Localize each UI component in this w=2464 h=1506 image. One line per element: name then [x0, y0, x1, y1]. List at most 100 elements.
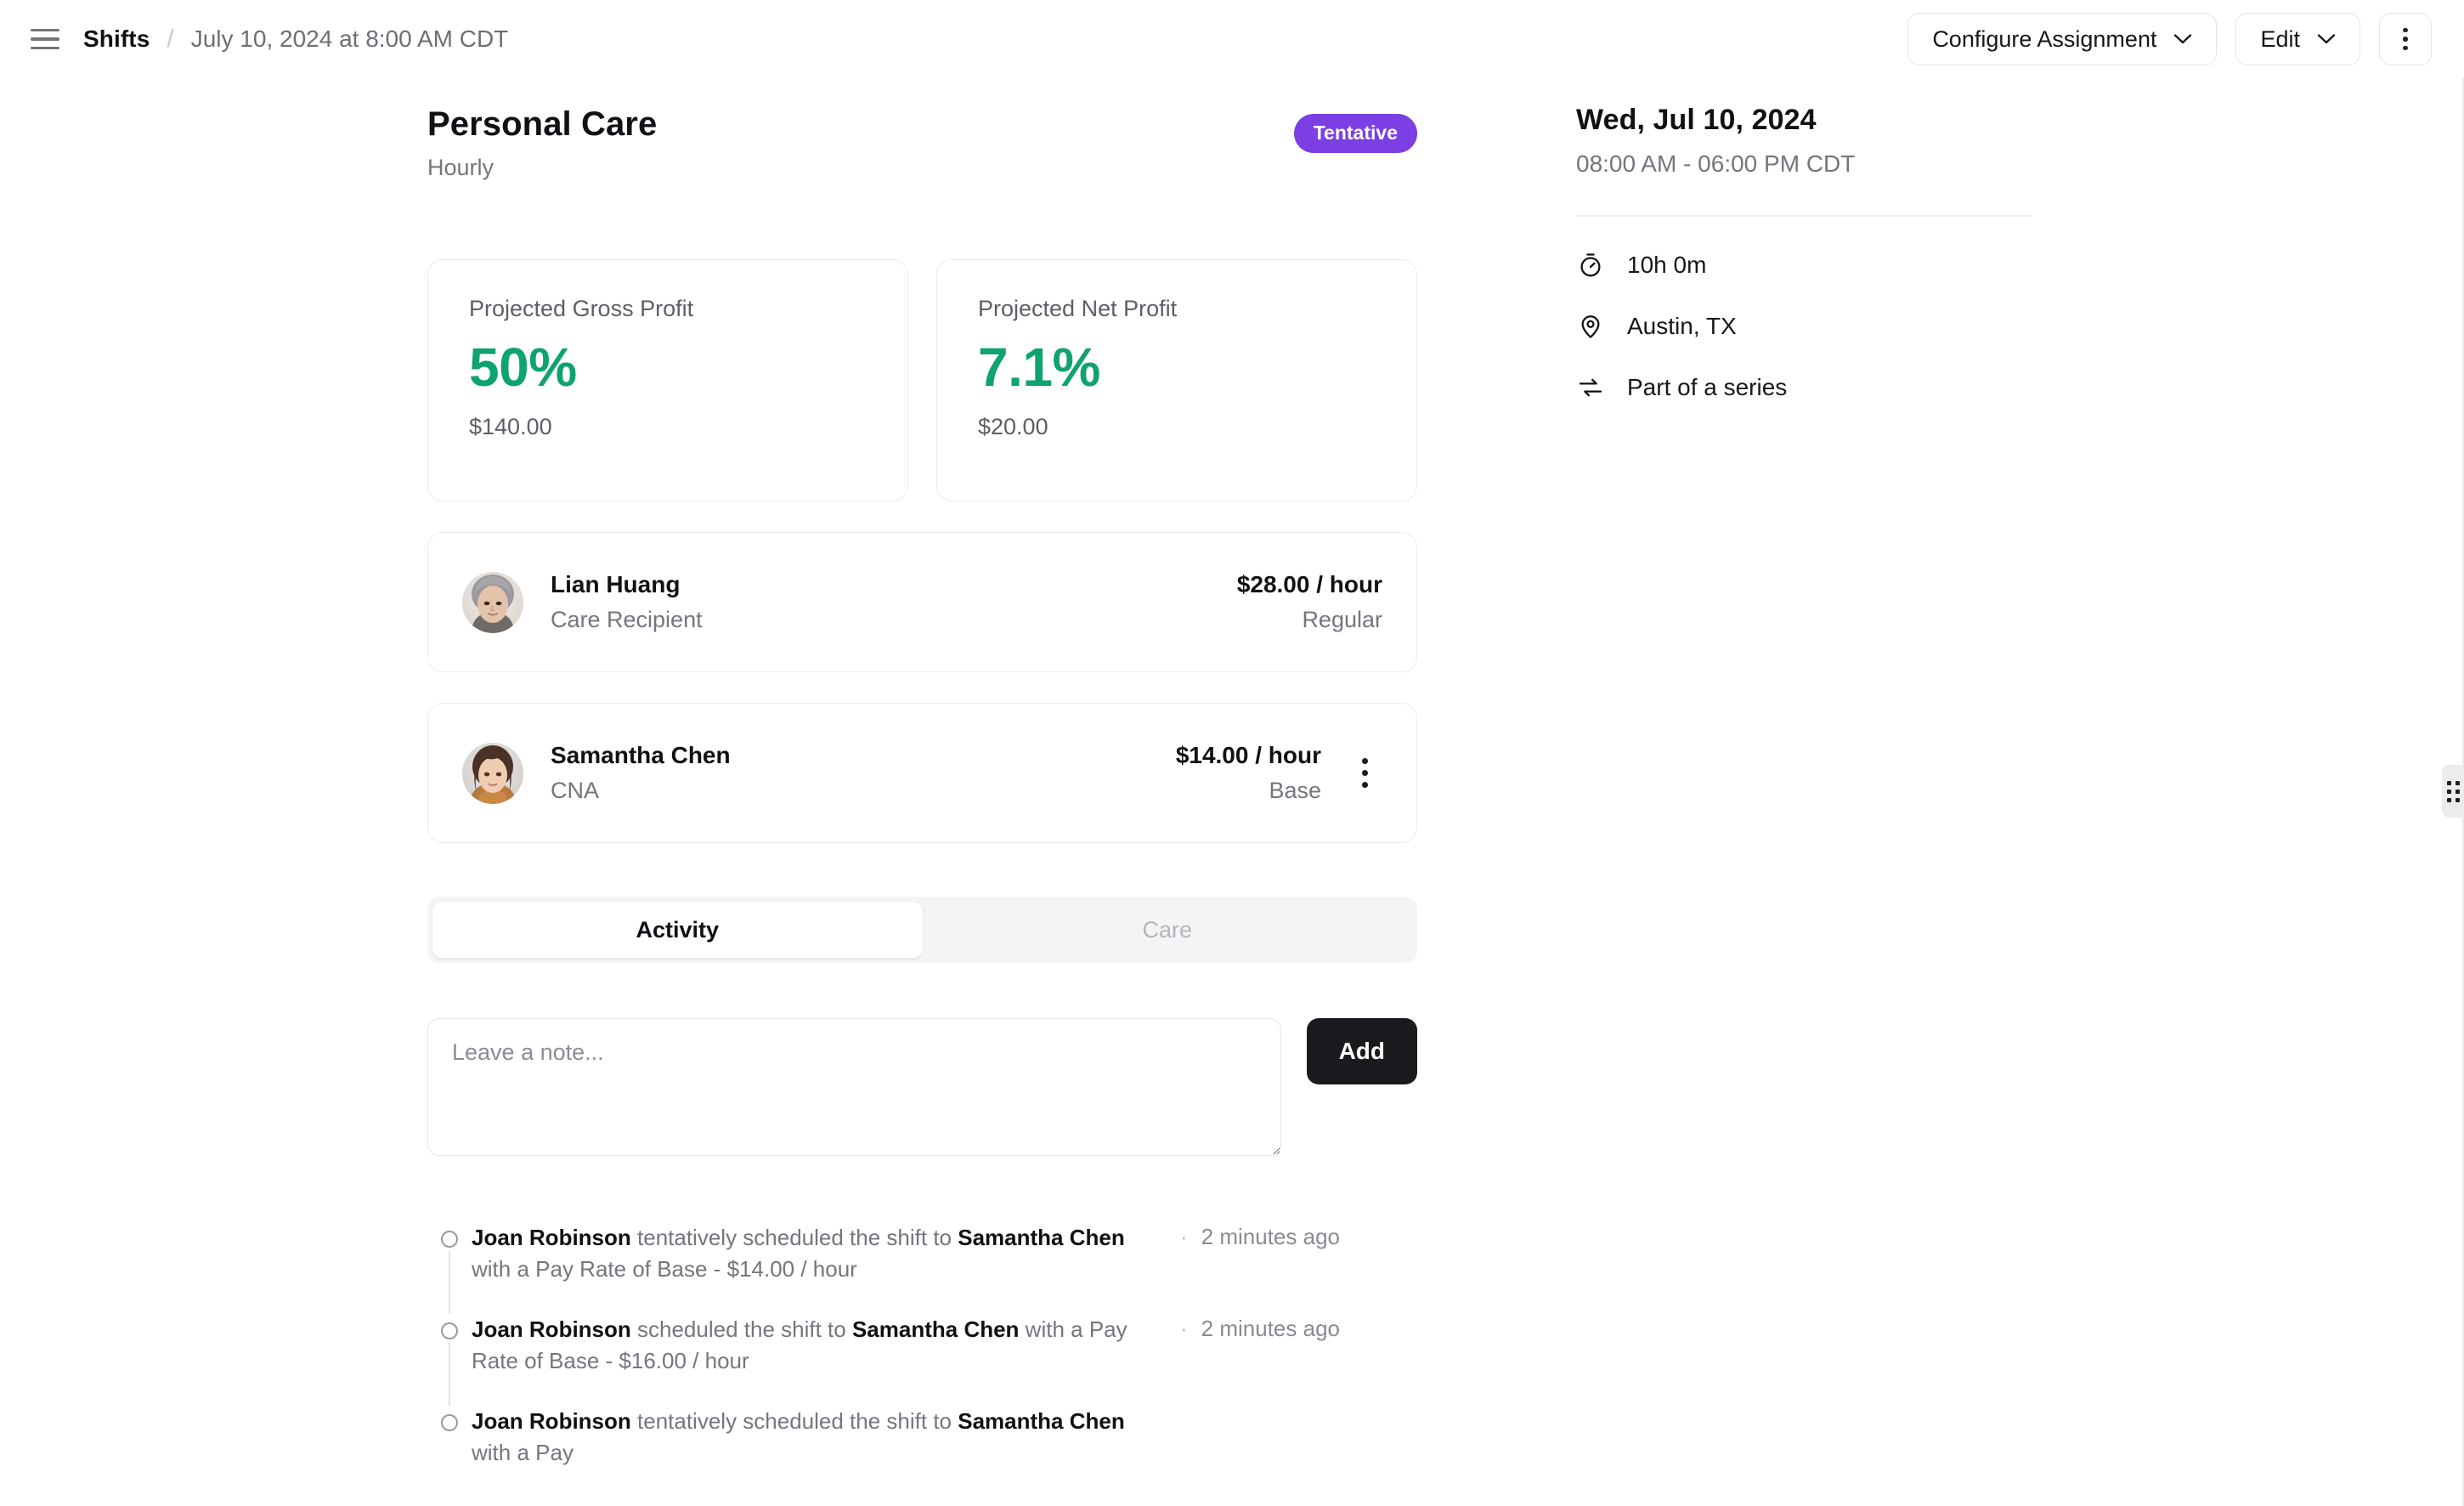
activity-separator: · — [1180, 1315, 1188, 1341]
more-options-button[interactable] — [2379, 13, 2432, 65]
chevron-down-icon — [2173, 33, 2192, 45]
shift-subtitle: Hourly — [427, 155, 494, 180]
activity-time-label: 2 minutes ago — [1201, 1224, 1340, 1249]
tab-care[interactable]: Care — [923, 902, 1413, 958]
tab-bar: Activity Care — [427, 897, 1417, 963]
configure-assignment-button[interactable]: Configure Assignment — [1907, 13, 2218, 65]
status-badge: Tentative — [1293, 114, 1417, 153]
activity-timestamp: · 2 minutes ago — [1180, 1314, 1340, 1342]
detail-time-range: 08:00 AM - 06:00 PM CDT — [1576, 150, 1856, 177]
activity-text-part-1: tentatively scheduled the shift to — [630, 1225, 958, 1250]
pay-rate: $14.00 / hour — [1175, 742, 1321, 768]
metric-value: 7.1% — [978, 337, 1100, 398]
person-row-caregiver[interactable]: Samantha Chen CNA $14.00 / hour Base — [427, 703, 1417, 843]
avatar-lian-huang — [462, 571, 523, 633]
person-row-menu-button[interactable] — [1347, 747, 1382, 800]
top-bar-actions: Configure Assignment Edit — [1907, 13, 2432, 65]
detail-location-label: Austin, TX — [1627, 312, 1737, 339]
person-name: Lian Huang — [551, 571, 681, 597]
divider — [1576, 215, 2031, 217]
breadcrumb-shifts-link[interactable]: Shifts — [83, 25, 150, 53]
edit-button[interactable]: Edit — [2235, 13, 2360, 65]
person-role: CNA — [551, 778, 600, 803]
add-note-button[interactable]: Add — [1306, 1018, 1417, 1084]
timeline-connector — [449, 1342, 450, 1406]
detail-row-series: Part of a series — [1576, 373, 2035, 402]
timeline-marker — [427, 1222, 472, 1314]
activity-actor: Joan Robinson — [472, 1316, 631, 1342]
activity-subject: Samantha Chen — [958, 1407, 1125, 1434]
metric-value: 50% — [469, 337, 577, 398]
activity-time-label: 2 minutes ago — [1201, 1315, 1340, 1341]
activity-actor: Joan Robinson — [472, 1407, 631, 1434]
activity-item: Joan Robinson scheduled the shift to Sam… — [427, 1314, 1417, 1406]
activity-actor: Joan Robinson — [472, 1225, 631, 1250]
activity-subject: Samantha Chen — [958, 1225, 1125, 1250]
activity-timestamp: · 2 minutes ago — [1180, 1222, 1340, 1250]
tab-activity[interactable]: Activity — [432, 902, 923, 958]
stopwatch-icon — [1576, 251, 1605, 280]
person-info: Lian Huang Care Recipient — [551, 571, 1237, 633]
edit-label: Edit — [2260, 25, 2300, 52]
activity-text-part-2: with a Pay Rate of Base - $14.00 / hour — [472, 1255, 857, 1282]
metric-label: Projected Net Profit — [978, 296, 1178, 321]
person-pay: $14.00 / hour Base — [1176, 742, 1321, 804]
person-name: Samantha Chen — [551, 742, 731, 768]
timeline-marker — [427, 1314, 472, 1406]
metric-card-net-profit: Projected Net Profit 7.1% $20.00 — [936, 259, 1417, 501]
page-body: Personal Care Hourly Tentative Projected… — [0, 78, 2464, 1506]
note-input[interactable] — [427, 1018, 1281, 1156]
hamburger-icon[interactable] — [31, 22, 65, 56]
metric-card-gross-profit: Projected Gross Profit 50% $140.00 — [427, 259, 908, 501]
activity-subject: Samantha Chen — [851, 1316, 1020, 1342]
activity-text-part-2: with a Pay — [472, 1439, 574, 1465]
top-bar: Shifts / July 10, 2024 at 8:00 AM CDT Co… — [0, 0, 2464, 78]
metric-label: Projected Gross Profit — [469, 296, 694, 321]
detail-series-label: Part of a series — [1627, 373, 1788, 400]
metrics-row: Projected Gross Profit 50% $140.00 Proje… — [427, 259, 1417, 501]
timeline-connector — [449, 1251, 450, 1314]
timeline-dot-icon — [441, 1231, 458, 1248]
person-row-care-recipient[interactable]: Lian Huang Care Recipient $28.00 / hour … — [427, 532, 1417, 672]
metric-amount: $140.00 — [469, 414, 552, 440]
activity-item: Joan Robinson tentatively scheduled the … — [427, 1222, 1417, 1314]
breadcrumb-separator: / — [167, 25, 174, 53]
timeline-marker — [427, 1406, 472, 1469]
detail-row-location: Austin, TX — [1576, 312, 2035, 341]
pay-type: Base — [1269, 778, 1321, 803]
avatar-samantha-chen — [462, 742, 523, 804]
activity-item: Joan Robinson tentatively scheduled the … — [427, 1406, 1417, 1498]
timeline-dot-icon — [441, 1413, 458, 1431]
detail-date: Wed, Jul 10, 2024 — [1576, 104, 1817, 136]
activity-text: Joan Robinson tentatively scheduled the … — [472, 1406, 1161, 1469]
metric-amount: $20.00 — [978, 414, 1048, 440]
main-column: Personal Care Hourly Tentative Projected… — [0, 78, 1576, 1506]
activity-text: Joan Robinson tentatively scheduled the … — [472, 1222, 1161, 1285]
breadcrumb: Shifts / July 10, 2024 at 8:00 AM CDT — [83, 25, 508, 54]
pay-type: Regular — [1302, 607, 1382, 632]
timeline-dot-icon — [441, 1322, 458, 1339]
person-role: Care Recipient — [551, 607, 703, 632]
activity-feed: Joan Robinson tentatively scheduled the … — [427, 1222, 1417, 1497]
person-info: Samantha Chen CNA — [551, 742, 1176, 804]
breadcrumb-current: July 10, 2024 at 8:00 AM CDT — [190, 25, 509, 52]
shift-header: Personal Care Hourly Tentative — [427, 104, 1417, 181]
person-pay: $28.00 / hour Regular — [1237, 571, 1382, 633]
repeat-series-icon — [1576, 373, 1605, 402]
activity-text: Joan Robinson scheduled the shift to Sam… — [472, 1314, 1161, 1377]
pay-rate: $28.00 / hour — [1236, 571, 1382, 597]
activity-separator: · — [1180, 1224, 1188, 1249]
note-composer: Add — [427, 1018, 1417, 1156]
shift-details-panel: Wed, Jul 10, 2024 08:00 AM - 06:00 PM CD… — [1576, 78, 2464, 1506]
panel-resize-handle[interactable] — [2442, 765, 2464, 818]
grip-dots-icon — [2446, 780, 2460, 802]
activity-text-part-1: scheduled the shift to — [630, 1316, 852, 1342]
configure-assignment-label: Configure Assignment — [1932, 25, 2157, 52]
detail-row-duration: 10h 0m — [1576, 251, 2035, 280]
page-title: Personal Care — [427, 105, 658, 143]
activity-text-part-1: tentatively scheduled the shift to — [630, 1407, 958, 1434]
detail-duration-label: 10h 0m — [1627, 251, 1707, 278]
chevron-down-icon — [2317, 33, 2336, 45]
location-pin-icon — [1576, 312, 1605, 341]
kebab-menu-icon — [2403, 27, 2408, 51]
